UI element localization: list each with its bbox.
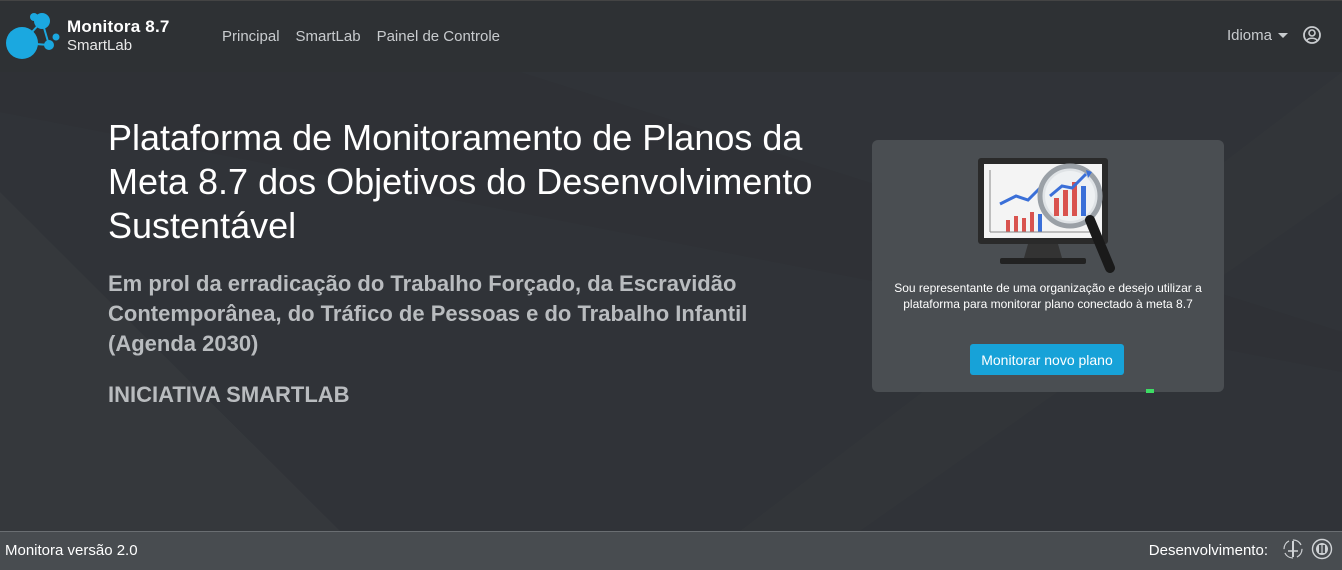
monitor-plan-card: Sou representante de uma organização e d…: [872, 140, 1224, 392]
language-dropdown[interactable]: Idioma: [1227, 27, 1288, 44]
brand-title: Monitora 8.7: [67, 17, 170, 36]
brand-subtitle: SmartLab: [67, 37, 133, 54]
oit-logo-icon[interactable]: [1310, 538, 1334, 560]
footer: Monitora versão 2.0 Desenvolvimento:: [0, 531, 1342, 570]
card-description: Sou representante de uma organização e d…: [894, 281, 1202, 311]
page-subtitle: Em prol da erradicação do Trabalho Força…: [108, 271, 748, 356]
language-label: Idioma: [1226, 26, 1272, 44]
monitor-chart-magnifier-icon: [978, 158, 1115, 273]
nav-link-smartlab[interactable]: SmartLab: [296, 28, 361, 45]
nav-link-principal[interactable]: Principal: [222, 28, 280, 45]
initiative-label: INICIATIVA SMARTLAB: [108, 382, 350, 407]
main-nav: Principal SmartLab Painel de Controle: [222, 28, 500, 45]
page-title: Plataforma de Monitoramento de Planos da…: [108, 117, 813, 246]
nav-right: Idioma: [1227, 25, 1322, 45]
mpt-logo-icon[interactable]: [1282, 538, 1304, 560]
brand[interactable]: Monitora 8.7 SmartLab: [4, 11, 184, 63]
status-indicator: [1146, 389, 1154, 393]
monitor-new-plan-button[interactable]: Monitorar novo plano: [970, 344, 1124, 375]
user-circle-icon[interactable]: [1302, 25, 1322, 45]
nav-link-painel-de-controle[interactable]: Painel de Controle: [377, 28, 500, 45]
version-label: Monitora versão 2.0: [5, 542, 138, 559]
development-label: Desenvolvimento:: [1148, 542, 1268, 559]
chevron-down-icon: [1278, 32, 1288, 38]
brand-logo-icon: [6, 13, 60, 59]
top-navbar: Monitora 8.7 SmartLab Principal SmartLab…: [0, 0, 1342, 72]
hero-section: Plataforma de Monitoramento de Planos da…: [0, 72, 1342, 531]
